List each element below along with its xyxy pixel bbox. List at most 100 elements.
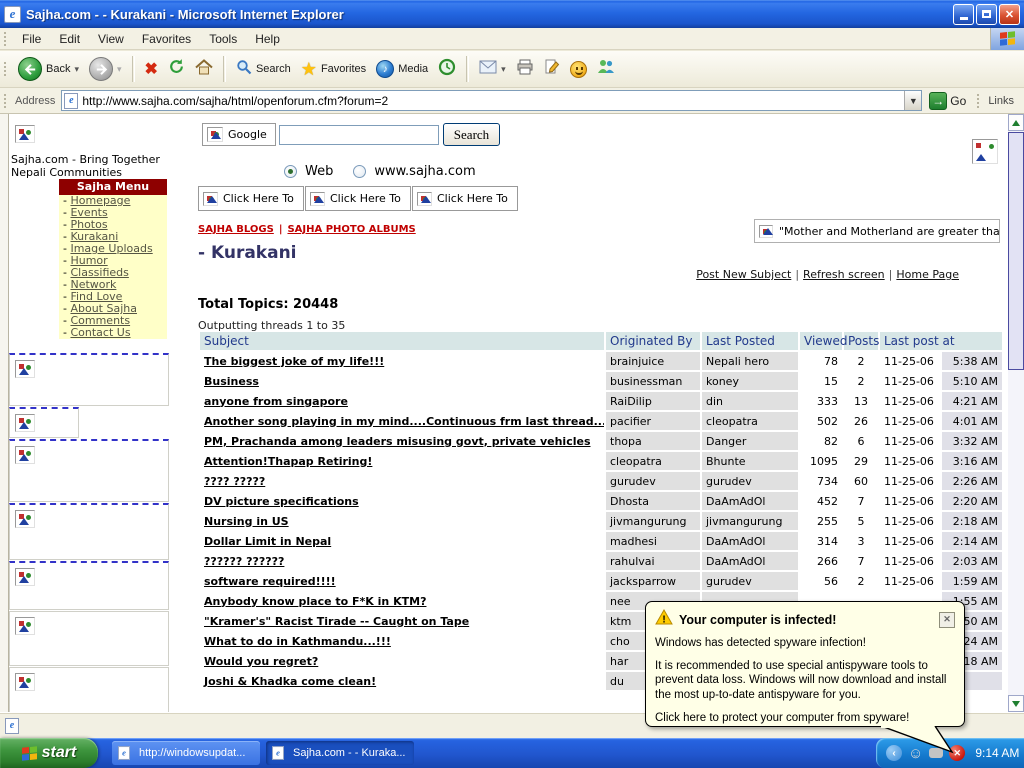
favorites-button[interactable]: ★ Favorites [296, 53, 371, 85]
table-row: Another song playing in my mind....Conti… [200, 412, 1002, 430]
menu-item[interactable]: File [13, 30, 50, 48]
edit-button[interactable] [539, 53, 565, 85]
messenger-button[interactable] [565, 53, 592, 85]
thread-link[interactable]: Attention!Thapap Retiring! [204, 455, 372, 468]
thread-link[interactable]: anyone from singapore [204, 395, 348, 408]
thread-link[interactable]: Joshi & Khadka come clean! [204, 675, 376, 688]
task-button-windowsupdate[interactable]: e http://windowsupdat... [112, 741, 260, 765]
thread-link[interactable]: ???? ????? [204, 475, 265, 488]
ad-placeholder [9, 561, 169, 610]
thread-link[interactable]: "Kramer's" Racist Tirade -- Caught on Ta… [204, 615, 469, 628]
warning-icon: ! [655, 609, 673, 630]
radio-sajha[interactable] [353, 165, 366, 178]
back-button[interactable]: Back ▾ [13, 53, 84, 85]
media-button[interactable]: ♪ Media [371, 53, 433, 85]
minimize-button[interactable] [953, 4, 974, 25]
scroll-up-arrow-icon [1012, 120, 1020, 126]
header-last-posted: Last Posted [702, 332, 798, 350]
start-button[interactable]: start [0, 738, 98, 768]
back-dropdown-icon[interactable]: ▾ [74, 64, 79, 75]
sajha-blogs-link[interactable]: SAJHA BLOGS [198, 224, 274, 235]
sidebar-menu-item: - Contact Us [59, 327, 167, 339]
thread-link[interactable]: Nursing in US [204, 515, 289, 528]
radio-sajha-label: www.sajha.com [374, 164, 475, 179]
toolbar-grip[interactable] [4, 94, 9, 108]
header-viewed: Viewed [800, 332, 842, 350]
google-label: Google [228, 128, 267, 141]
promo-tab[interactable]: Click Here To [305, 186, 411, 211]
sajha-photo-albums-link[interactable]: SAJHA PHOTO ALBUMS [287, 224, 415, 235]
address-input[interactable]: e http://www.sajha.com/sajha/html/openfo… [61, 90, 922, 111]
cell-originated-by: cleopatra [606, 452, 700, 470]
msn-messenger-button[interactable] [592, 53, 620, 85]
scroll-down-button[interactable] [1008, 695, 1024, 712]
home-button[interactable] [190, 53, 218, 85]
search-button[interactable]: Search [231, 53, 296, 85]
thread-link[interactable]: What to do in Kathmandu...!!! [204, 635, 391, 648]
mail-button[interactable]: ▾ [474, 53, 511, 85]
action-link[interactable]: Refresh screen [791, 268, 884, 281]
thread-link[interactable]: Anybody know place to F*K in KTM? [204, 595, 426, 608]
thread-link[interactable]: Another song playing in my mind....Conti… [204, 415, 604, 428]
cell-viewed: 56 [800, 572, 842, 590]
thread-link[interactable]: Dollar Limit in Nepal [204, 535, 331, 548]
action-link[interactable]: Post New Subject [696, 268, 791, 281]
address-url: http://www.sajha.com/sajha/html/openforu… [82, 94, 904, 108]
close-button[interactable]: ✕ [999, 4, 1020, 25]
toolbar-grip[interactable] [977, 94, 982, 108]
thread-link[interactable]: ?????? ?????? [204, 555, 284, 568]
cell-last-posted: Danger [702, 432, 798, 450]
menu-item[interactable]: Help [246, 30, 289, 48]
scroll-up-button[interactable] [1008, 114, 1024, 131]
spyware-alert-balloon[interactable]: ! Your computer is infected! ✕ Windows h… [645, 601, 965, 727]
action-link[interactable]: Home Page [885, 268, 959, 281]
sidebar-menu-link[interactable]: Contact Us [70, 326, 130, 339]
search-submit-button[interactable]: Search [443, 123, 500, 146]
history-button[interactable] [433, 53, 461, 85]
table-row: Business businessman koney 15 2 11-25-06… [200, 372, 1002, 390]
search-input[interactable] [279, 125, 439, 145]
address-label: Address [15, 95, 55, 107]
radio-web[interactable] [284, 165, 297, 178]
cell-viewed: 1095 [800, 452, 842, 470]
toolbar-grip[interactable] [4, 32, 9, 46]
forward-dropdown-icon[interactable]: ▾ [117, 64, 122, 75]
promo-tab[interactable]: Click Here To [198, 186, 304, 211]
cell-viewed: 452 [800, 492, 842, 510]
go-button[interactable]: → Go [922, 89, 973, 113]
cell-date: 11-25-06 [880, 452, 940, 470]
cell-subject: What to do in Kathmandu...!!! [200, 632, 604, 650]
toolbar-grip[interactable] [4, 62, 9, 76]
balloon-tail [850, 726, 970, 758]
stop-button[interactable]: ✖ [140, 53, 163, 85]
cell-originated-by: thopa [606, 432, 700, 450]
mail-dropdown-icon[interactable]: ▾ [501, 64, 506, 75]
thread-link[interactable]: DV picture specifications [204, 495, 359, 508]
thread-link[interactable]: PM, Prachanda among leaders misusing gov… [204, 435, 591, 448]
menu-item[interactable]: Favorites [133, 30, 200, 48]
title-bar: e Sajha.com - - Kurakani - Microsoft Int… [0, 0, 1024, 28]
menu-item[interactable]: Tools [200, 30, 246, 48]
print-button[interactable] [511, 53, 539, 85]
thread-link[interactable]: Business [204, 375, 259, 388]
scrollbar-thumb[interactable] [1008, 132, 1024, 370]
task-button-sajha[interactable]: e Sajha.com - - Kuraka... [266, 741, 414, 765]
menu-item[interactable]: View [89, 30, 133, 48]
cell-subject: ???? ????? [200, 472, 604, 490]
balloon-close-icon[interactable]: ✕ [939, 612, 955, 628]
links-label: Links [986, 95, 1024, 107]
promo-tab[interactable]: Click Here To [412, 186, 518, 211]
thread-link[interactable]: Would you regret? [204, 655, 318, 668]
address-dropdown[interactable]: ▼ [904, 91, 921, 110]
vertical-scrollbar[interactable] [1008, 114, 1024, 712]
refresh-button[interactable] [163, 53, 190, 85]
thread-link[interactable]: software required!!!! [204, 575, 336, 588]
cell-last-posted: DaAmAdOl [702, 552, 798, 570]
broken-image-icon [15, 446, 35, 464]
ie-logo-icon: e [4, 6, 21, 23]
balloon-click-here[interactable]: Click here to protect your computer from… [655, 711, 955, 726]
menu-item[interactable]: Edit [50, 30, 89, 48]
maximize-button[interactable] [976, 4, 997, 25]
forward-button[interactable]: ▾ [84, 53, 127, 85]
thread-link[interactable]: The biggest joke of my life!!! [204, 355, 384, 368]
